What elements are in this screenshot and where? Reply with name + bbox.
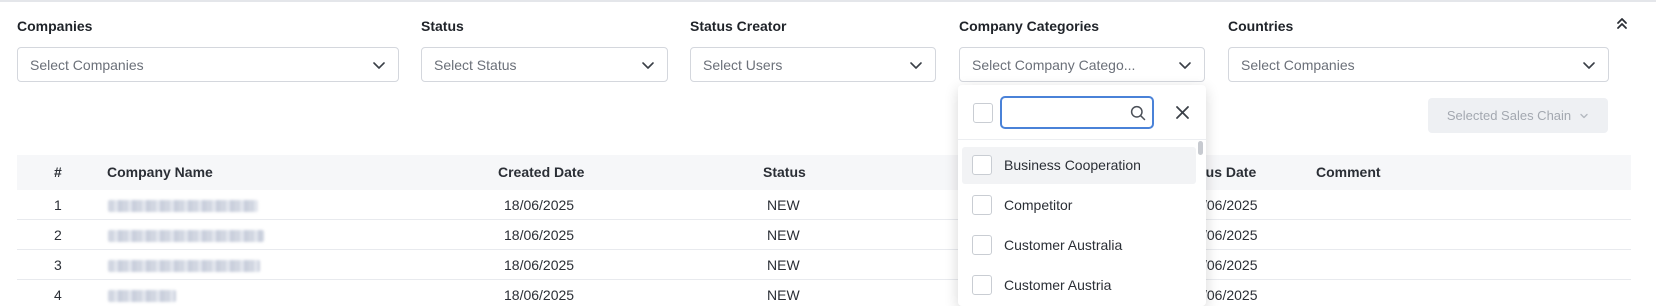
- option-checkbox[interactable]: [972, 235, 992, 255]
- dropdown-option[interactable]: Customer Australia: [962, 227, 1196, 264]
- status-select-placeholder: Select Status: [434, 56, 517, 73]
- dropdown-search-row: [958, 85, 1206, 140]
- countries-select[interactable]: Select Companies: [1228, 47, 1609, 82]
- option-checkbox[interactable]: [972, 155, 992, 175]
- row-created-date: 18/06/2025: [504, 227, 575, 243]
- row-index: 4: [54, 287, 62, 303]
- row-created-date: 18/06/2025: [504, 287, 575, 303]
- company-categories-select[interactable]: Select Company Catego...: [959, 47, 1205, 82]
- countries-label: Countries: [1228, 18, 1294, 34]
- select-all-checkbox[interactable]: [973, 103, 993, 123]
- option-label: Customer Austria: [1004, 277, 1112, 293]
- close-icon[interactable]: [1175, 105, 1190, 120]
- row-status-date: /06/2025: [1203, 257, 1258, 273]
- blurred-company-name: [108, 200, 258, 212]
- countries-select-placeholder: Select Companies: [1241, 56, 1355, 73]
- row-status: NEW: [767, 257, 800, 273]
- table-row[interactable]: 3 18/06/2025 NEW /06/2025: [17, 250, 1631, 280]
- row-status: NEW: [767, 197, 800, 213]
- header-company-name[interactable]: Company Name: [107, 164, 213, 180]
- header-status[interactable]: Status: [763, 164, 806, 180]
- option-label: Business Cooperation: [1004, 157, 1141, 173]
- blurred-company-name: [108, 290, 176, 302]
- company-categories-select-placeholder: Select Company Catego...: [972, 56, 1136, 73]
- companies-select[interactable]: Select Companies: [17, 47, 399, 82]
- companies-label: Companies: [17, 18, 93, 34]
- status-creator-label: Status Creator: [690, 18, 787, 34]
- row-status-date: /06/2025: [1203, 197, 1258, 213]
- option-checkbox[interactable]: [972, 195, 992, 215]
- company-categories-label: Company Categories: [959, 18, 1100, 34]
- row-status: NEW: [767, 287, 800, 303]
- header-comment[interactable]: Comment: [1316, 164, 1381, 180]
- companies-select-placeholder: Select Companies: [30, 56, 144, 73]
- row-created-date: 18/06/2025: [504, 197, 575, 213]
- option-label: Customer Australia: [1004, 237, 1123, 253]
- row-status-date: /06/2025: [1203, 227, 1258, 243]
- option-label: Competitor: [1004, 197, 1073, 213]
- chevron-down-icon: [910, 61, 922, 69]
- dropdown-option[interactable]: Competitor: [962, 187, 1196, 224]
- dropdown-scrollbar[interactable]: [1198, 141, 1203, 155]
- search-icon: [1130, 105, 1146, 121]
- table-header: # Company Name Created Date Status tus D…: [17, 155, 1631, 190]
- header-status-date[interactable]: tus Date: [1201, 164, 1256, 180]
- status-creator-select-placeholder: Select Users: [703, 56, 783, 73]
- dropdown-option[interactable]: Business Cooperation: [962, 147, 1196, 184]
- top-border: [0, 0, 1656, 2]
- row-status: NEW: [767, 227, 800, 243]
- header-index: #: [54, 164, 62, 180]
- row-index: 3: [54, 257, 62, 273]
- chevron-down-icon: [1580, 113, 1588, 118]
- row-created-date: 18/06/2025: [504, 257, 575, 273]
- table-row[interactable]: 4 18/06/2025 NEW /06/2025: [17, 280, 1631, 306]
- option-checkbox[interactable]: [972, 275, 992, 295]
- dropdown-option[interactable]: Customer Austria: [962, 267, 1196, 304]
- status-select[interactable]: Select Status: [421, 47, 668, 82]
- row-status-date: /06/2025: [1203, 287, 1258, 303]
- table-row[interactable]: 1 18/06/2025 NEW /06/2025: [17, 190, 1631, 220]
- blurred-company-name: [108, 230, 264, 242]
- chevron-down-icon: [1583, 61, 1595, 69]
- status-label: Status: [421, 18, 464, 34]
- companies-table: # Company Name Created Date Status tus D…: [17, 155, 1631, 306]
- status-creator-select[interactable]: Select Users: [690, 47, 936, 82]
- selected-sales-chain-label: Selected Sales Chain: [1446, 108, 1572, 123]
- row-index: 1: [54, 197, 62, 213]
- blurred-company-name: [108, 260, 260, 272]
- chevron-down-icon: [642, 61, 654, 69]
- company-categories-dropdown: Business Cooperation Competitor Customer…: [958, 85, 1206, 306]
- chevron-down-icon: [373, 61, 385, 69]
- selected-sales-chain-button[interactable]: Selected Sales Chain: [1428, 98, 1608, 133]
- chevron-down-icon: [1179, 61, 1191, 69]
- chevrons-up-icon[interactable]: [1615, 16, 1629, 32]
- row-index: 2: [54, 227, 62, 243]
- table-row[interactable]: 2 18/06/2025 NEW /06/2025: [17, 220, 1631, 250]
- header-created-date[interactable]: Created Date: [498, 164, 584, 180]
